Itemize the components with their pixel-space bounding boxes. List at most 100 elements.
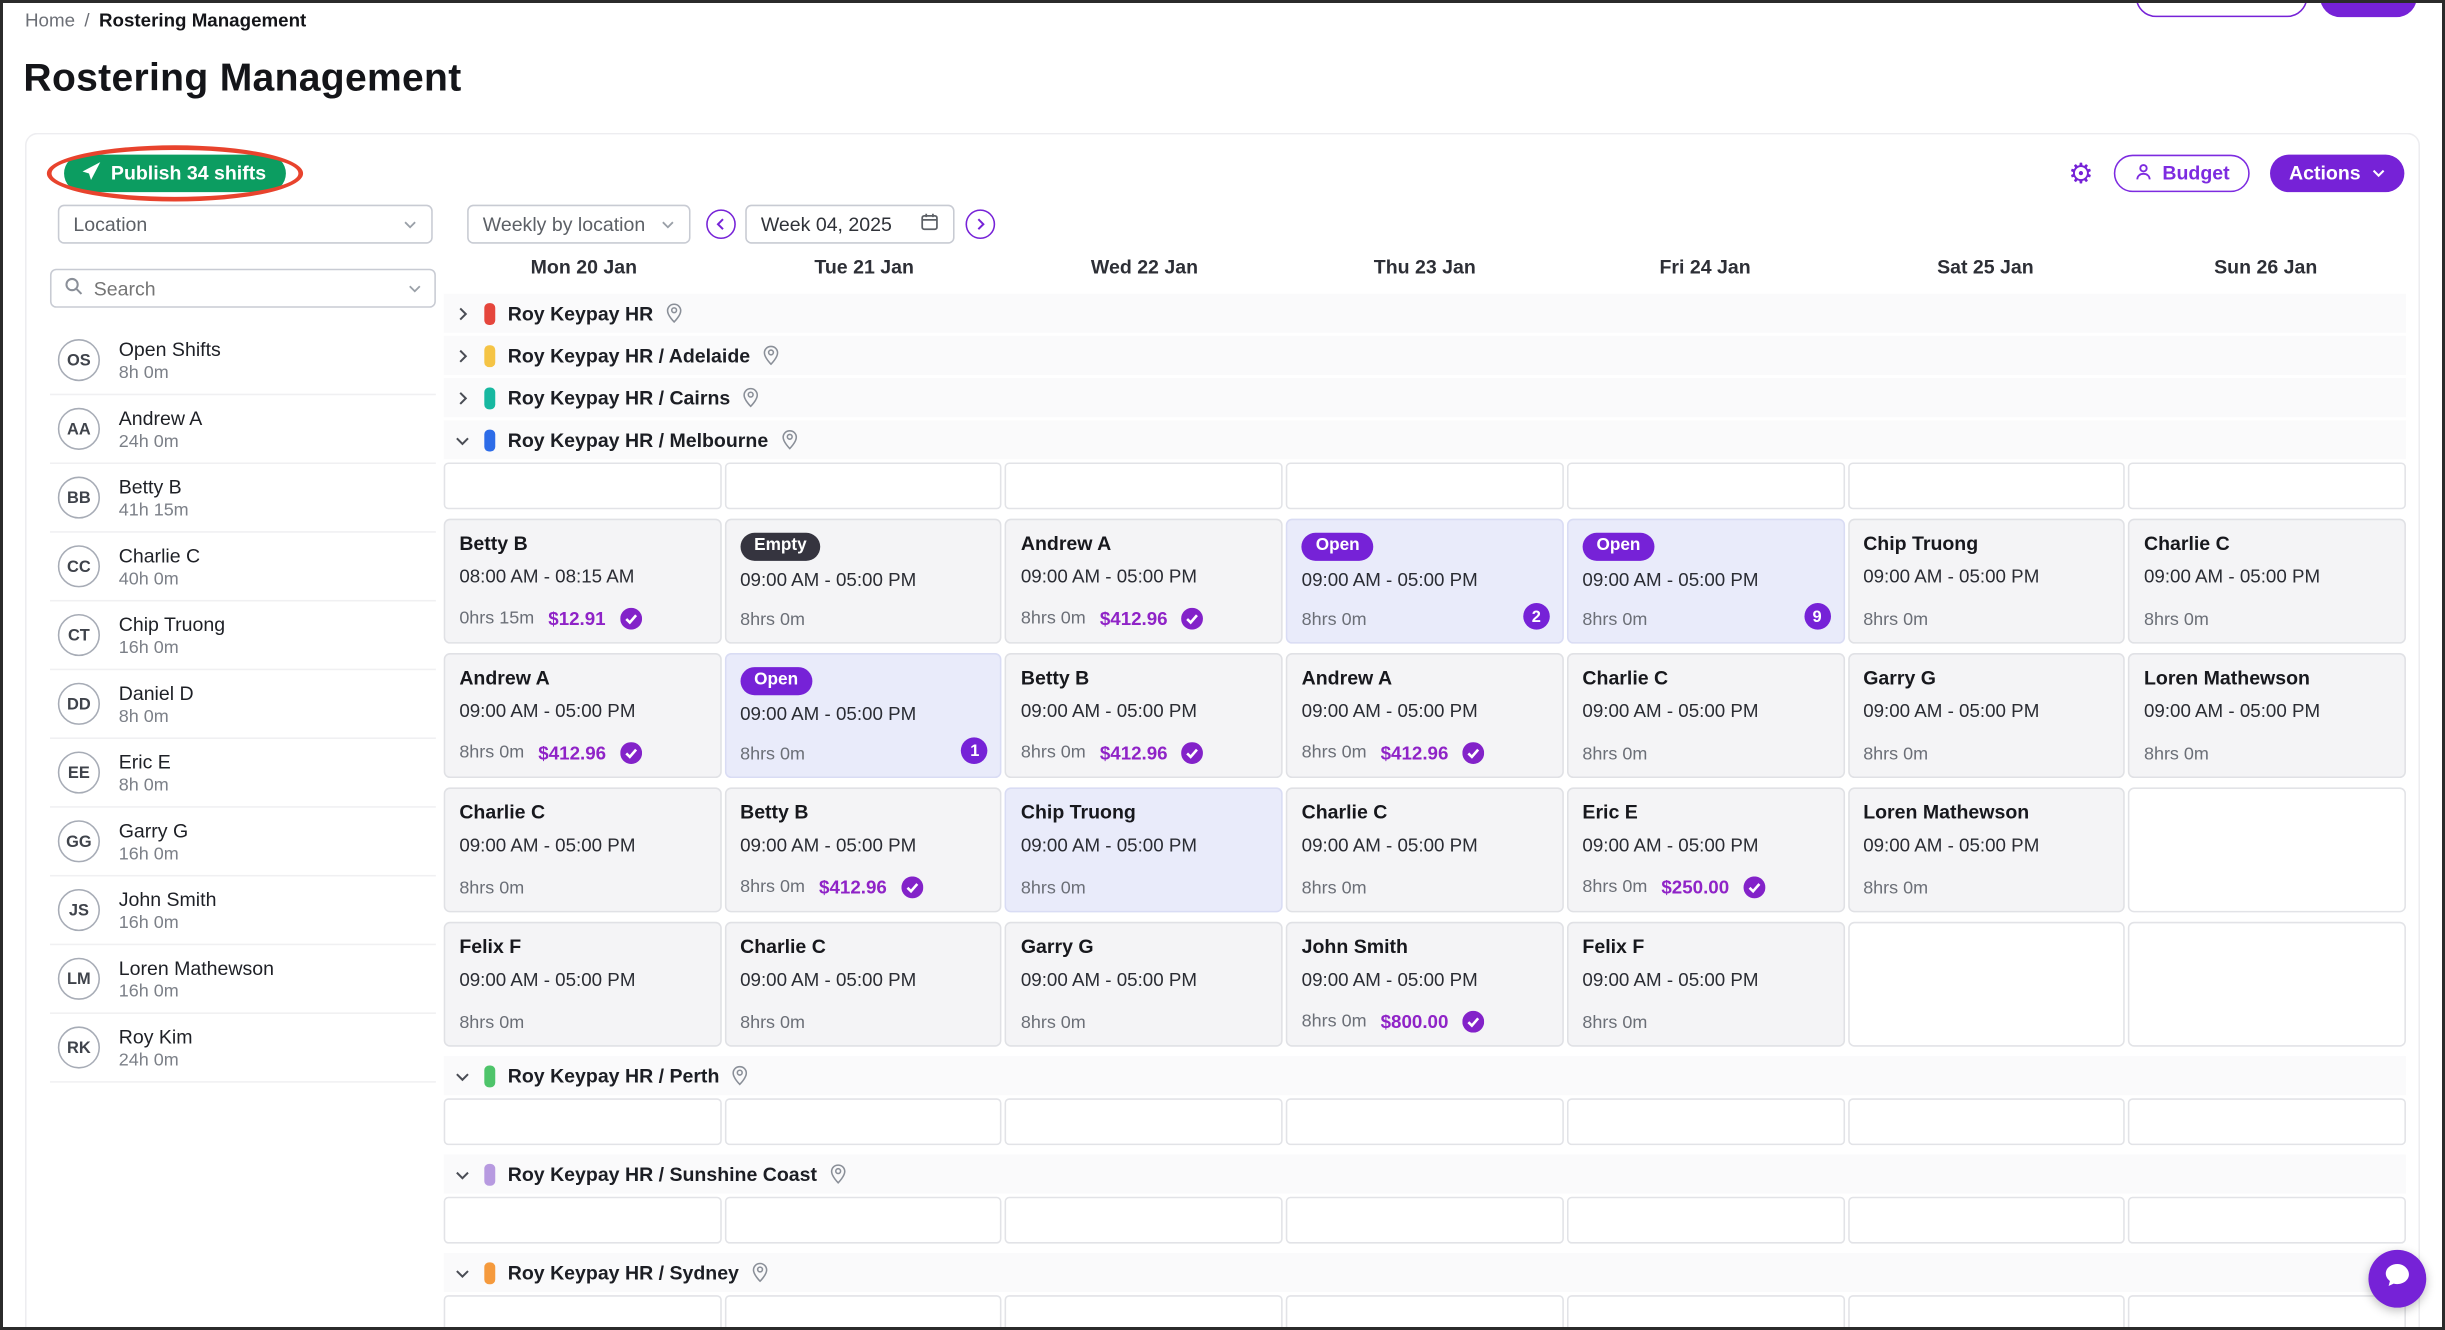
empty-shift-slot[interactable]: [1567, 1295, 1845, 1329]
empty-shift-slot[interactable]: [724, 1197, 1002, 1244]
shift-employee-name: Betty B: [740, 801, 808, 823]
shift-cell[interactable]: Loren Mathewson09:00 AM - 05:00 PM8hrs 0…: [1848, 787, 2126, 912]
view-mode-select[interactable]: Weekly by location: [467, 205, 690, 244]
shift-cell[interactable]: Charlie C09:00 AM - 05:00 PM8hrs 0m: [724, 922, 1002, 1047]
shift-cell[interactable]: Betty B09:00 AM - 05:00 PM8hrs 0m$412.96: [724, 787, 1002, 912]
shift-cell[interactable]: Charlie C09:00 AM - 05:00 PM8hrs 0m: [1286, 787, 1564, 912]
employee-info: Roy Kim24h 0m: [119, 1026, 193, 1070]
chevron-down-icon[interactable]: [455, 1166, 472, 1182]
empty-shift-slot[interactable]: [1848, 1197, 2126, 1244]
empty-shift-slot[interactable]: [1286, 1197, 1564, 1244]
shift-employee-name: Felix F: [1582, 936, 1644, 958]
employee-list-item[interactable]: RKRoy Kim24h 0m: [50, 1014, 436, 1083]
shift-cell[interactable]: Andrew A09:00 AM - 05:00 PM8hrs 0m$412.9…: [1286, 653, 1564, 778]
shift-cell[interactable]: Empty09:00 AM - 05:00 PM8hrs 0m: [724, 519, 1002, 644]
shift-cell[interactable]: Eric E09:00 AM - 05:00 PM8hrs 0m$250.00: [1567, 787, 1845, 912]
empty-shift-slot[interactable]: [444, 1098, 722, 1145]
shift-cell[interactable]: Loren Mathewson09:00 AM - 05:00 PM8hrs 0…: [2128, 653, 2406, 778]
chevron-right-icon[interactable]: [455, 390, 472, 406]
empty-shift-slot[interactable]: [1005, 1098, 1283, 1145]
chevron-down-icon[interactable]: [455, 1068, 472, 1084]
chat-launcher-button[interactable]: [2368, 1250, 2426, 1308]
shift-cell[interactable]: Charlie C09:00 AM - 05:00 PM8hrs 0m: [444, 787, 722, 912]
shift-cell[interactable]: John Smith09:00 AM - 05:00 PM8hrs 0m$800…: [1286, 922, 1564, 1047]
chevron-right-icon[interactable]: [455, 348, 472, 364]
empty-shift-slot[interactable]: [2128, 1197, 2406, 1244]
employee-list-item[interactable]: DDDaniel D8h 0m: [50, 670, 436, 739]
empty-shift-slot[interactable]: [2128, 922, 2406, 1047]
breadcrumb-home[interactable]: Home: [25, 9, 75, 31]
employee-search[interactable]: [50, 269, 436, 308]
location-group-header[interactable]: Roy Keypay HR / Sunshine Coast: [444, 1155, 2406, 1194]
shift-cell[interactable]: Betty B08:00 AM - 08:15 AM0hrs 15m$12.91: [444, 519, 722, 644]
employee-list-item[interactable]: CCCharlie C40h 0m: [50, 533, 436, 602]
empty-shift-slot[interactable]: [1567, 462, 1845, 509]
shift-cell[interactable]: Charlie C09:00 AM - 05:00 PM8hrs 0m: [2128, 519, 2406, 644]
empty-shift-slot[interactable]: [724, 1295, 1002, 1329]
chevron-right-icon[interactable]: [455, 305, 472, 321]
empty-shift-slot[interactable]: [1567, 1197, 1845, 1244]
employee-list-item[interactable]: EEEric E8h 0m: [50, 739, 436, 808]
empty-shift-slot[interactable]: [1848, 1098, 2126, 1145]
empty-shift-slot[interactable]: [1286, 1295, 1564, 1329]
empty-shift-slot[interactable]: [2128, 1295, 2406, 1329]
shift-cell[interactable]: Chip Truong09:00 AM - 05:00 PM8hrs 0m: [1005, 787, 1283, 912]
empty-shift-slot[interactable]: [1005, 462, 1283, 509]
employee-list-item[interactable]: BBBetty B41h 15m: [50, 464, 436, 533]
employee-list-item[interactable]: GGGarry G16h 0m: [50, 808, 436, 877]
shift-cell[interactable]: Open09:00 AM - 05:00 PM8hrs 0m2: [1286, 519, 1564, 644]
shift-cell[interactable]: Felix F09:00 AM - 05:00 PM8hrs 0m: [444, 922, 722, 1047]
location-group-header[interactable]: Roy Keypay HR / Adelaide: [444, 336, 2406, 375]
search-input[interactable]: [94, 277, 397, 299]
cutoff-outline-button[interactable]: [2136, 0, 2308, 17]
shift-cell[interactable]: Garry G09:00 AM - 05:00 PM8hrs 0m: [1848, 653, 2126, 778]
employee-list-item[interactable]: JSJohn Smith16h 0m: [50, 876, 436, 945]
empty-shift-slot[interactable]: [724, 1098, 1002, 1145]
location-group-header[interactable]: Roy Keypay HR / Melbourne: [444, 420, 2406, 459]
empty-shift-slot[interactable]: [1005, 1197, 1283, 1244]
shift-cell[interactable]: Betty B09:00 AM - 05:00 PM8hrs 0m$412.96: [1005, 653, 1283, 778]
shift-cell[interactable]: Felix F09:00 AM - 05:00 PM8hrs 0m: [1567, 922, 1845, 1047]
actions-button[interactable]: Actions: [2270, 155, 2404, 192]
empty-shift-slot[interactable]: [444, 1295, 722, 1329]
empty-shift-slot[interactable]: [2128, 787, 2406, 912]
empty-shift-slot[interactable]: [2128, 1098, 2406, 1145]
empty-shift-slot[interactable]: [444, 1197, 722, 1244]
budget-button[interactable]: Budget: [2114, 155, 2250, 192]
location-group-header[interactable]: Roy Keypay HR / Perth: [444, 1056, 2406, 1095]
shift-cell[interactable]: Andrew A09:00 AM - 05:00 PM8hrs 0m$412.9…: [444, 653, 722, 778]
shift-cell[interactable]: Charlie C09:00 AM - 05:00 PM8hrs 0m: [1567, 653, 1845, 778]
publish-shifts-button[interactable]: Publish 34 shifts: [64, 155, 286, 192]
shift-cell[interactable]: Andrew A09:00 AM - 05:00 PM8hrs 0m$412.9…: [1005, 519, 1283, 644]
shift-employee-name: Chip Truong: [1863, 533, 1978, 555]
next-week-button[interactable]: [966, 209, 996, 239]
shift-cell[interactable]: Chip Truong09:00 AM - 05:00 PM8hrs 0m: [1848, 519, 2126, 644]
employee-list-item[interactable]: OSOpen Shifts8h 0m: [50, 327, 436, 396]
location-group-header[interactable]: Roy Keypay HR / Sydney: [444, 1253, 2406, 1292]
week-picker[interactable]: Week 04, 2025: [745, 205, 954, 244]
shift-cell[interactable]: Open09:00 AM - 05:00 PM8hrs 0m1: [724, 653, 1002, 778]
location-group-header[interactable]: Roy Keypay HR: [444, 294, 2406, 333]
empty-shift-slot[interactable]: [1286, 462, 1564, 509]
gear-icon[interactable]: ⚙: [2068, 159, 2093, 187]
empty-shift-slot[interactable]: [1848, 1295, 2126, 1329]
cutoff-primary-button[interactable]: [2320, 0, 2417, 17]
chevron-down-icon[interactable]: [455, 1265, 472, 1281]
chevron-down-icon[interactable]: [455, 432, 472, 448]
employee-list-item[interactable]: CTChip Truong16h 0m: [50, 601, 436, 670]
empty-shift-slot[interactable]: [1848, 922, 2126, 1047]
employee-list-item[interactable]: LMLoren Mathewson16h 0m: [50, 945, 436, 1014]
employee-list-item[interactable]: AAAndrew A24h 0m: [50, 395, 436, 464]
shift-cell[interactable]: Garry G09:00 AM - 05:00 PM8hrs 0m: [1005, 922, 1283, 1047]
empty-shift-slot[interactable]: [1567, 1098, 1845, 1145]
empty-shift-slot[interactable]: [1286, 1098, 1564, 1145]
empty-shift-slot[interactable]: [444, 462, 722, 509]
empty-shift-slot[interactable]: [2128, 462, 2406, 509]
previous-week-button[interactable]: [706, 209, 736, 239]
location-filter-select[interactable]: Location: [58, 205, 433, 244]
location-group-header[interactable]: Roy Keypay HR / Cairns: [444, 378, 2406, 417]
empty-shift-slot[interactable]: [1005, 1295, 1283, 1329]
shift-cell[interactable]: Open09:00 AM - 05:00 PM8hrs 0m9: [1567, 519, 1845, 644]
empty-shift-slot[interactable]: [1848, 462, 2126, 509]
empty-shift-slot[interactable]: [724, 462, 1002, 509]
